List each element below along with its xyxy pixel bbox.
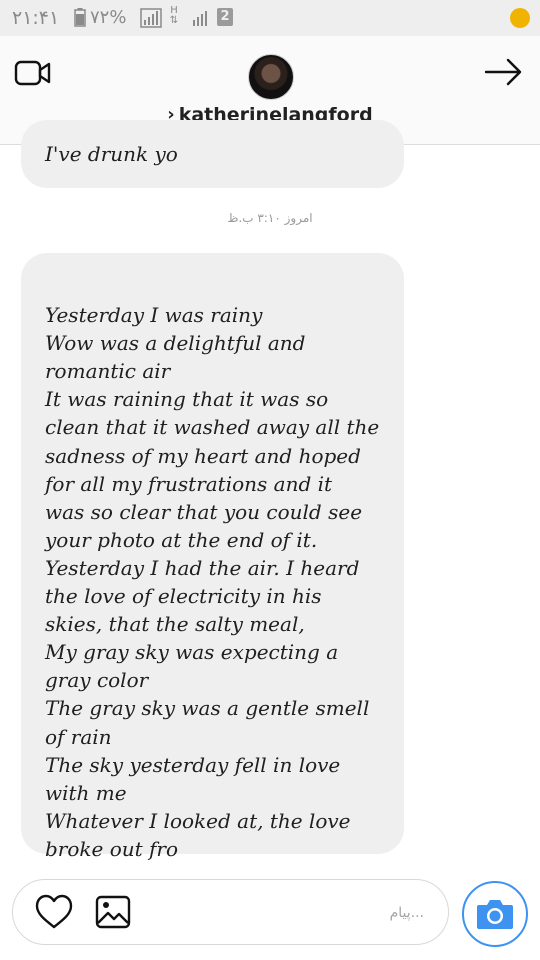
status-bar: ۲۱:۴۱ ۷۲% H ⇅ 2 [0, 0, 540, 36]
signal-icon [193, 11, 207, 26]
network-type: H ⇅ [169, 5, 179, 26]
image-icon[interactable] [95, 895, 131, 929]
message-composer [12, 879, 449, 945]
notification-app-icon [510, 8, 530, 28]
signal-icon [140, 8, 162, 28]
heart-icon[interactable] [35, 894, 73, 930]
camera-button[interactable] [462, 881, 528, 947]
video-camera-icon[interactable] [14, 58, 52, 88]
message-input[interactable] [182, 900, 426, 926]
sim-slot-badge: 2 [217, 8, 233, 26]
avatar[interactable] [248, 54, 294, 100]
message-text: I've drunk yo [45, 142, 178, 166]
message-bubble[interactable]: Yesterday I was rainy Wow was a delightf… [21, 253, 404, 861]
message-timestamp: امروز ۳:۱۰ ب.ظ [227, 211, 313, 225]
message-text: Yesterday I was rainy Wow was a delightf… [45, 303, 380, 861]
status-time: ۲۱:۴۱ [12, 7, 60, 29]
battery-icon [74, 8, 86, 27]
camera-icon [477, 900, 513, 929]
battery-level: ۷۲% [90, 7, 127, 28]
arrow-right-icon[interactable] [484, 56, 524, 88]
message-bubble[interactable]: I've drunk yo [21, 120, 404, 188]
